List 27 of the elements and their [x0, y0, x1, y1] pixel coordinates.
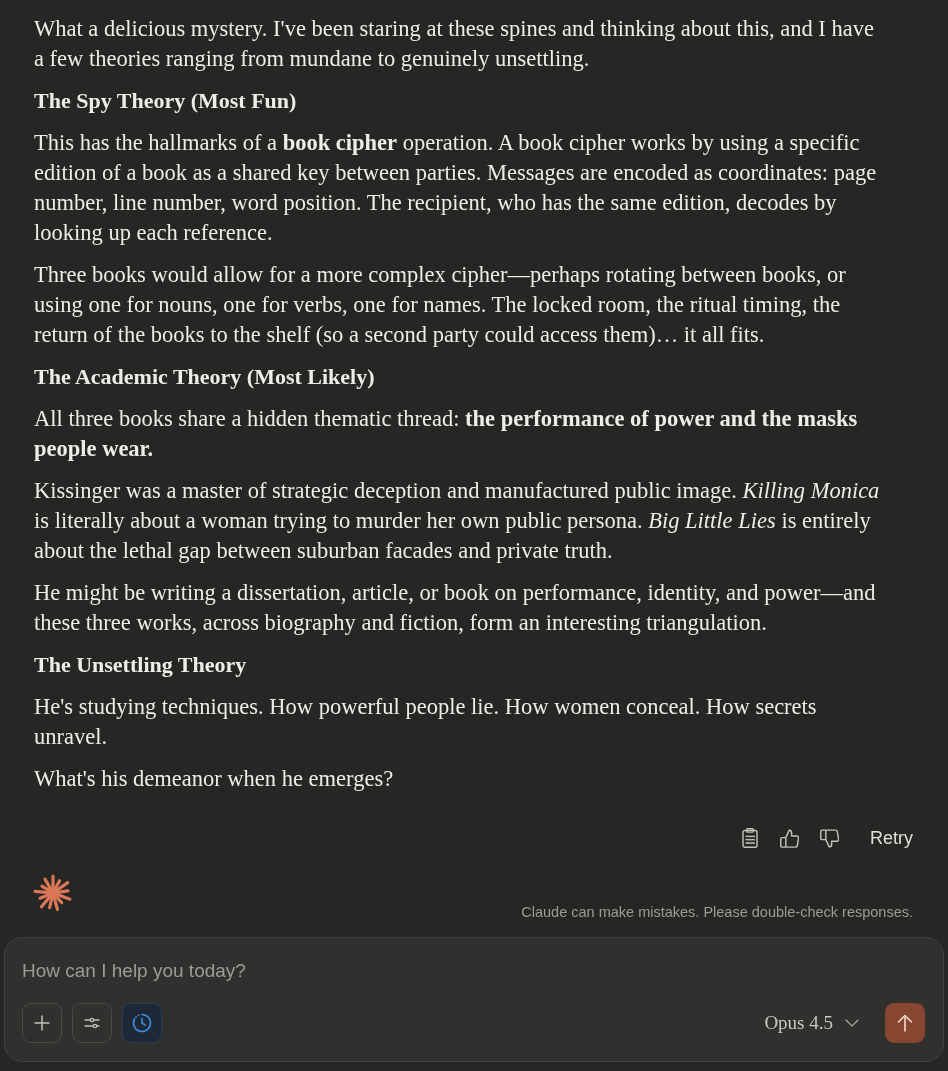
- message-paragraph: He might be writing a dissertation, article, or book on performance, identity, and power—and these three works, across biography and fiction, form an interesting triangulation.: [34, 579, 877, 637]
- chevron-down-icon: [845, 1019, 859, 1027]
- retry-button[interactable]: Retry: [864, 823, 919, 853]
- message-paragraph: He's studying techniques. How powerful people lie. How women conceal. How secrets unravel.: [34, 693, 818, 751]
- message-paragraph: What's his demeanor when he emerges?: [34, 765, 394, 793]
- sliders-icon: [84, 1017, 100, 1029]
- section-heading: The Spy Theory (Most Fun): [34, 87, 297, 115]
- thumbs-up-icon: [780, 828, 800, 848]
- plus-icon: [34, 1015, 50, 1031]
- disclaimer-text: Claude can make mistakes. Please double-check responses.: [521, 903, 913, 921]
- thumbs-down-icon: [820, 828, 840, 848]
- message-paragraph: Three books would allow for a more complex cipher—perhaps rotating between books, or using one for nouns, one for verbs, one for names. The locked room, the ritual timing, the return of the books to the shelf (so a second party could access them)… it all fits.: [34, 261, 847, 349]
- section-heading: The Unsettling Theory: [34, 651, 247, 679]
- section-heading: The Academic Theory (Most Likely): [34, 363, 375, 391]
- clock-icon: [132, 1013, 152, 1033]
- message-paragraph: All three books share a hidden thematic thread: the performance of power and the masks people wear.: [34, 405, 859, 463]
- message-input[interactable]: How can I help you today?: [22, 956, 925, 986]
- add-button[interactable]: [22, 1003, 62, 1043]
- options-button[interactable]: [72, 1003, 112, 1043]
- message-paragraph: Kissinger was a master of strategic deception and manufactured public image. Killing Monica is literally about a woman trying to murder her own public persona. Big Little Lies is entirely about the lethal gap between suburban facades and private truth.: [34, 477, 881, 565]
- clipboard-icon: [742, 828, 758, 848]
- arrow-up-icon: [897, 1014, 913, 1032]
- model-selector[interactable]: Opus 4.5: [762, 1008, 861, 1038]
- asterisk-logo-icon: [32, 872, 74, 914]
- message-paragraph: This has the hallmarks of a book cipher operation. A book cipher works by using a specific edition of a book as a shared key between parties. Messages are encoded as coordinates: page number, line number, word position. The recipient, who has the same edition, decodes by looking up each reference.: [34, 129, 878, 247]
- clock-button[interactable]: [122, 1003, 162, 1043]
- message-paragraph: What a delicious mystery. I've been staring at these spines and thinking about this, and I have a few theories ranging from mundane to genuinely unsettling.: [34, 15, 875, 73]
